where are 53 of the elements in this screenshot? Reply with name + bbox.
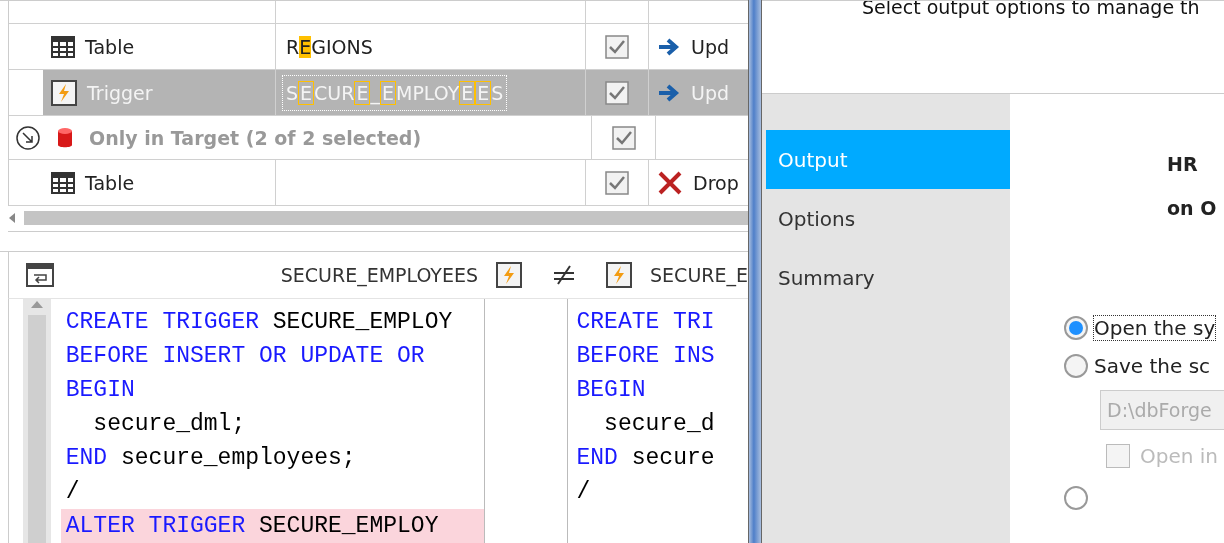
database-icon: [55, 125, 75, 150]
code-line: CREATE TRI: [575, 308, 716, 337]
code-line: END secure: [575, 444, 716, 473]
code-line: secure_dml;: [92, 410, 247, 439]
code-line: BEFORE INS: [575, 342, 716, 371]
radio-label: Open the sy: [1094, 316, 1216, 340]
radio-button[interactable]: [1064, 354, 1088, 378]
code-line: /: [575, 478, 592, 507]
lightning-icon: [51, 79, 77, 106]
radio-button[interactable]: [1064, 316, 1088, 340]
scroll-up-icon: [29, 299, 44, 309]
object-type: Trigger: [87, 81, 153, 104]
checkbox-label: Open in: [1140, 444, 1218, 468]
checkbox[interactable]: [605, 34, 629, 59]
action-label: Drop: [693, 171, 739, 194]
table-icon: [51, 35, 75, 58]
object-name: S E CUR E_E MPLOY E E S: [282, 74, 508, 111]
code-line: BEFORE INSERT OR UPDATE OR: [64, 342, 426, 371]
object-name: REGIONS: [285, 34, 374, 60]
heading-text: on O: [1167, 196, 1218, 221]
wrap-icon: [26, 263, 54, 287]
table-icon: [51, 171, 75, 194]
object-type: Table: [85, 35, 135, 58]
splitter-bar[interactable]: [748, 0, 762, 543]
action-label: Upd: [691, 81, 730, 104]
scroll-left-icon: [8, 212, 16, 225]
code-line: CREATE TRIGGER SECURE_EMPLOY: [64, 308, 454, 337]
not-equal-icon: [552, 265, 577, 285]
checkbox[interactable]: [611, 125, 636, 150]
code-line: BEGIN: [575, 376, 647, 405]
radio-button[interactable]: [1064, 486, 1088, 510]
code-line: /: [64, 478, 81, 507]
code-line: secure_d: [603, 410, 716, 439]
sidebar-item[interactable]: Summary: [766, 248, 1010, 307]
action-label: Upd: [691, 35, 730, 58]
collapse-icon: [15, 124, 41, 151]
lightning-icon: [496, 262, 523, 288]
checkbox[interactable]: [605, 80, 629, 105]
code-line: END secure_employees;: [64, 444, 357, 473]
group-label: Only in Target (2 of 2 selected): [89, 126, 422, 149]
sidebar-item[interactable]: Options: [766, 189, 1010, 248]
cross-icon: [657, 169, 683, 196]
object-title: SECURE_EMPLOYEES: [280, 264, 479, 286]
arrow-icon: [657, 36, 681, 57]
arrow-icon: [657, 82, 681, 103]
lightning-icon: [606, 262, 633, 288]
code-line: BEGIN: [64, 376, 136, 405]
object-type: Table: [85, 171, 135, 194]
checkbox[interactable]: [605, 170, 629, 195]
radio-label: Save the sc: [1094, 354, 1211, 378]
scrollbar-thumb[interactable]: [24, 211, 748, 226]
object-title: SECURE_E: [650, 264, 748, 286]
heading-text: HR: [1167, 152, 1199, 177]
